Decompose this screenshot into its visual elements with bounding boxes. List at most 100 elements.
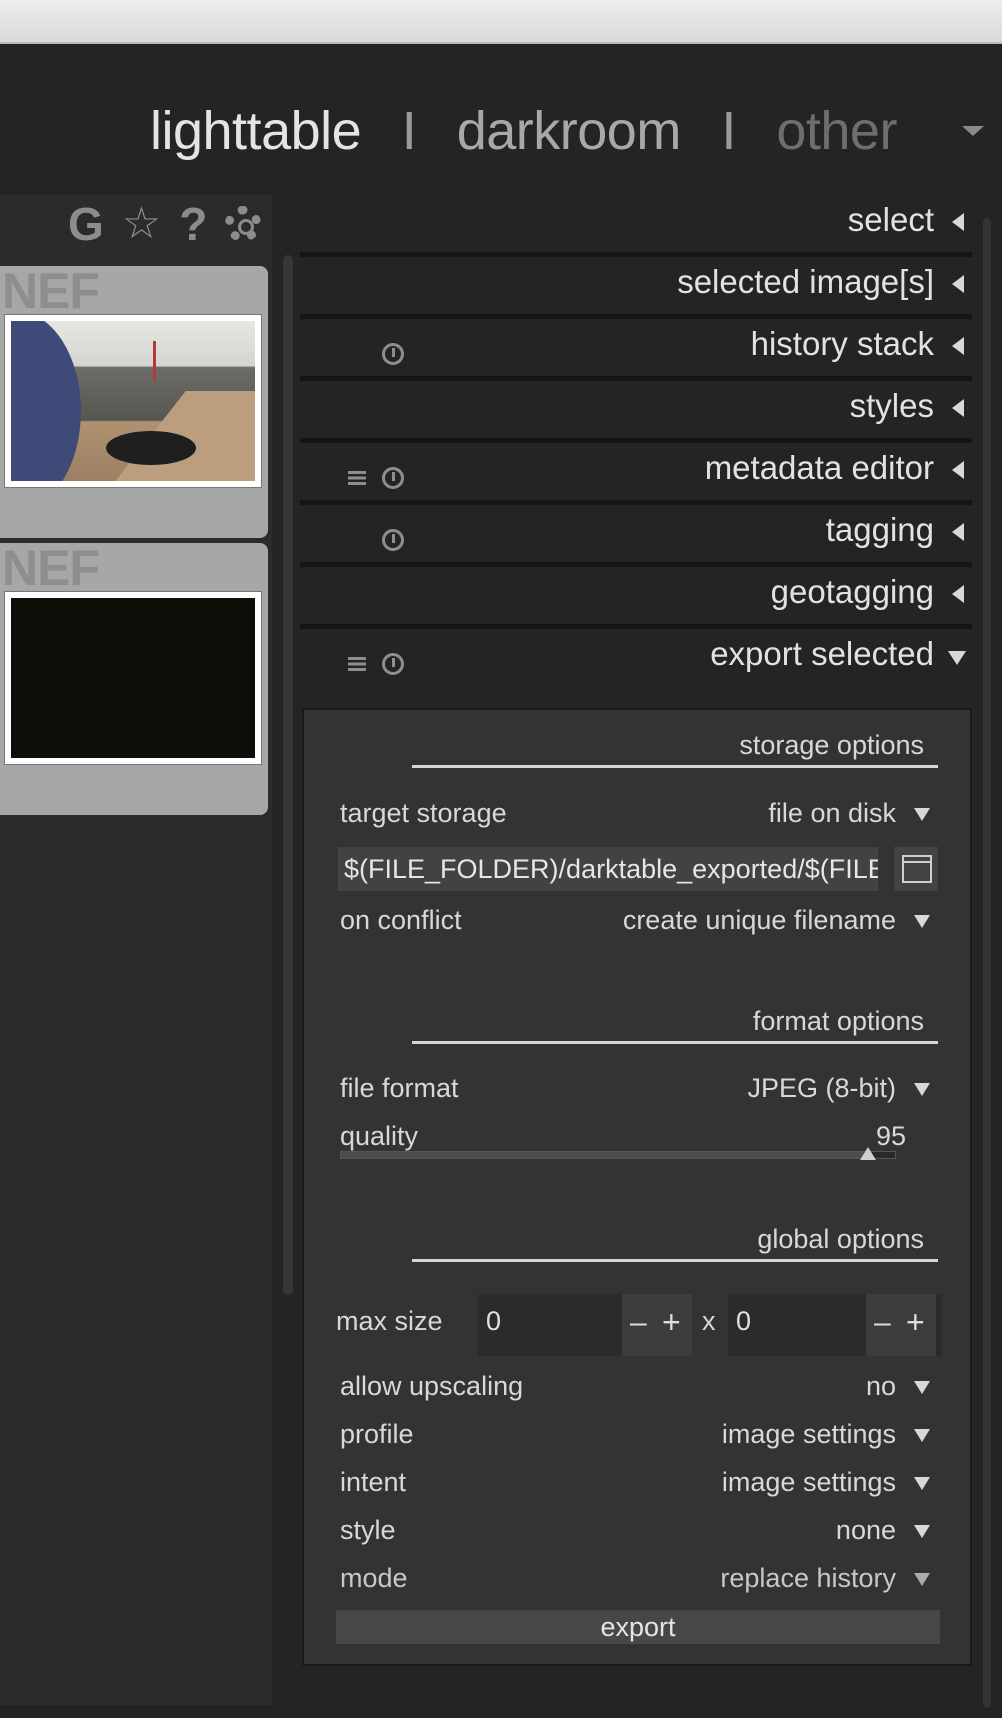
max-height-input[interactable]: 0 – + [728, 1294, 942, 1356]
presets-menu-icon[interactable] [348, 471, 366, 485]
grouping-icon[interactable]: G [68, 201, 104, 247]
section-storage-options: storage options [412, 722, 938, 768]
thumbnail[interactable]: NEF [0, 263, 268, 538]
combobox-label: allow upscaling [340, 1371, 524, 1401]
file-format-combobox[interactable]: file format JPEG (8-bit) [340, 1069, 938, 1107]
view-separator: I [721, 101, 736, 161]
view-other[interactable]: other [776, 100, 897, 162]
scrollbar-thumb[interactable] [983, 218, 991, 1708]
collapse-arrow-icon[interactable] [948, 651, 966, 665]
combobox-label: mode [340, 1563, 408, 1593]
combobox-value: file on disk [768, 798, 896, 828]
combobox-value: no [865, 1371, 896, 1401]
export-module-body: storage options target storage file on d… [302, 708, 972, 1666]
expand-arrow-icon[interactable] [952, 399, 964, 417]
profile-combobox[interactable]: profile image settings [340, 1415, 938, 1453]
on-conflict-combobox[interactable]: on conflict create unique filename [340, 901, 938, 939]
module-geotagging[interactable]: geotagging [300, 567, 972, 629]
combobox-value: JPEG (8-bit) [747, 1073, 896, 1103]
combobox-value: image settings [721, 1467, 896, 1497]
star-icon[interactable]: ☆ [122, 202, 161, 246]
reset-icon[interactable] [382, 529, 404, 551]
max-height-stepper: – + [866, 1294, 936, 1356]
module-select[interactable]: select [300, 195, 972, 257]
right-panel: select selected image[s] history stack s… [300, 195, 972, 691]
expand-arrow-icon[interactable] [952, 337, 964, 355]
view-switcher: lighttable I darkroom I other [150, 100, 897, 162]
thumbnail[interactable]: NEF [0, 540, 268, 815]
module-history-stack[interactable]: history stack [300, 319, 972, 381]
module-selected-images[interactable]: selected image[s] [300, 257, 972, 319]
module-label: metadata editor [704, 449, 934, 486]
help-icon[interactable]: ? [179, 201, 207, 247]
view-lighttable[interactable]: lighttable [150, 100, 362, 162]
module-metadata-editor[interactable]: metadata editor [300, 443, 972, 505]
expand-arrow-icon[interactable] [952, 585, 964, 603]
thumbnail-frame [4, 314, 262, 488]
combobox-label: profile [340, 1419, 414, 1449]
allow-upscaling-combobox[interactable]: allow upscaling no [340, 1367, 938, 1405]
combobox-value: create unique filename [622, 905, 896, 935]
section-format-options: format options [412, 998, 938, 1044]
combobox-value: none [835, 1515, 896, 1545]
combobox-label: style [340, 1515, 396, 1545]
right-panel-scrollbar[interactable] [983, 218, 991, 1708]
dropdown-arrow-icon [914, 1083, 930, 1096]
module-label: tagging [825, 511, 934, 548]
module-label: select [847, 201, 934, 238]
combobox-value: image settings [721, 1419, 896, 1449]
dropdown-arrow-icon [914, 1381, 930, 1394]
reset-icon[interactable] [382, 467, 404, 489]
quality-slider-track[interactable] [340, 1151, 896, 1159]
dropdown-arrow-icon [914, 915, 930, 928]
decrement-button[interactable]: – [874, 1306, 891, 1340]
max-width-stepper: – + [622, 1294, 692, 1356]
max-width-input[interactable]: 0 – + [478, 1294, 692, 1356]
reset-icon[interactable] [382, 343, 404, 365]
thumbnail-frame [4, 591, 262, 765]
thumbnail-image [11, 321, 255, 481]
module-label: selected image[s] [677, 263, 934, 300]
combobox-value: replace history [720, 1563, 896, 1593]
export-button[interactable]: export [336, 1610, 940, 1644]
expand-arrow-icon[interactable] [952, 213, 964, 231]
view-darkroom[interactable]: darkroom [457, 100, 682, 162]
intent-combobox[interactable]: intent image settings [340, 1463, 938, 1501]
quality-slider-fill [341, 1152, 868, 1158]
expand-arrow-icon[interactable] [952, 523, 964, 541]
slider-value: 95 [875, 1121, 906, 1151]
quality-slider-handle[interactable] [860, 1147, 877, 1160]
max-size-label: max size [336, 1306, 443, 1336]
dropdown-arrow-icon [914, 1573, 930, 1586]
module-export-selected[interactable]: export selected [300, 629, 972, 691]
target-storage-combobox[interactable]: target storage file on disk [340, 794, 938, 832]
gear-icon[interactable] [225, 206, 262, 242]
presets-menu-icon[interactable] [348, 657, 366, 671]
mode-combobox[interactable]: mode replace history [340, 1559, 938, 1597]
size-separator: x [702, 1306, 716, 1336]
module-label: history stack [750, 325, 934, 362]
increment-button[interactable]: + [662, 1304, 681, 1341]
filmstrip-toolbar: G ☆ ? [68, 196, 262, 252]
module-styles[interactable]: styles [300, 381, 972, 443]
header-collapse-arrow-icon[interactable] [962, 126, 984, 136]
module-label: styles [849, 387, 934, 424]
expand-arrow-icon[interactable] [952, 461, 964, 479]
section-title: storage options [739, 730, 924, 760]
module-label: geotagging [770, 573, 934, 610]
filmstrip-scrollbar[interactable] [283, 255, 293, 1295]
export-path-input[interactable]: $(FILE_FOLDER)/darktable_exported/$(FILE… [338, 847, 878, 891]
module-tagging[interactable]: tagging [300, 505, 972, 567]
quality-slider[interactable]: quality 95 [340, 1117, 938, 1155]
style-combobox[interactable]: style none [340, 1511, 938, 1549]
folder-icon [902, 855, 932, 883]
select-folder-button[interactable] [894, 847, 938, 891]
expand-arrow-icon[interactable] [952, 275, 964, 293]
window-title-bar [0, 0, 1002, 44]
reset-icon[interactable] [382, 653, 404, 675]
increment-button[interactable]: + [906, 1304, 925, 1341]
decrement-button[interactable]: – [630, 1306, 647, 1340]
thumbnail-format-label: NEF [2, 263, 100, 319]
dropdown-arrow-icon [914, 1525, 930, 1538]
thumbnail-image [11, 598, 255, 758]
